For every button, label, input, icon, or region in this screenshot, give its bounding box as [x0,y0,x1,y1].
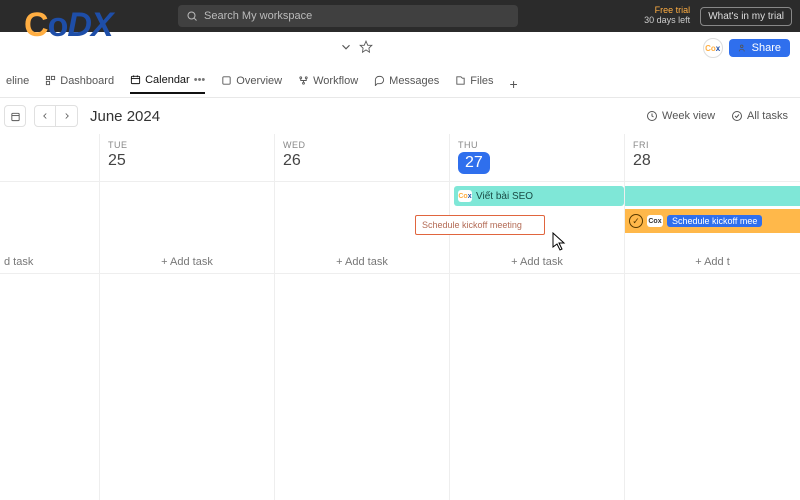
topbar-right: Free trial 30 days left What's in my tri… [644,6,792,26]
new-task-placeholder: Schedule kickoff meeting [422,220,522,230]
trial-info: Free trial 30 days left [644,6,690,26]
task-viet-bai-seo[interactable]: Cox Viết bài SEO [454,186,624,206]
next-button[interactable] [56,105,78,127]
all-tasks-button[interactable]: All tasks [731,110,788,122]
calendar-more-icon[interactable]: ••• [194,74,206,86]
subbar: Cox Share [0,32,800,64]
cursor-icon [552,232,568,252]
task-schedule-kickoff[interactable]: ✓ Cox Schedule kickoff mee [625,209,800,233]
chevron-left-icon [40,111,50,121]
day-header: TUE 25 [100,134,274,182]
task-title: Viết bài SEO [476,191,533,202]
tab-files[interactable]: Files [455,75,493,93]
tab-calendar[interactable]: Calendar ••• [130,74,205,94]
tab-messages[interactable]: Messages [374,75,439,93]
search-icon [186,10,198,22]
search-placeholder: Search My workspace [204,10,312,22]
day-header: FRI 28 [625,134,800,182]
task-avatar: Cox [647,215,663,227]
workspace-avatar[interactable]: Cox [703,38,723,58]
dashboard-icon [45,75,56,86]
check-circle-icon [731,110,743,122]
add-task-button[interactable]: Add task [336,256,388,268]
tab-overview[interactable]: Overview [221,75,282,93]
whats-in-trial-button[interactable]: What's in my trial [700,7,792,26]
calendar-controls: June 2024 Week view All tasks [0,98,800,134]
new-task-input[interactable]: Schedule kickoff meeting [415,215,545,235]
week-view-button[interactable]: Week view [646,110,715,122]
prev-button[interactable] [34,105,56,127]
day-column-fri: FRI 28 ✓ Cox Schedule kickoff mee Add t [625,134,800,500]
color-swatch-icon[interactable] [339,40,353,57]
day-column-thu: THU 27 Cox Viết bài SEO Add task [450,134,625,500]
tab-workflow[interactable]: Workflow [298,75,358,93]
brand-logo: CoDX [24,6,113,45]
tab-dashboard[interactable]: Dashboard [45,75,114,93]
files-icon [455,75,466,86]
chevron-right-icon [62,111,72,121]
calendar-grid: d task TUE 25 Add task WED 26 Add task T… [0,134,800,500]
task-avatar: Cox [458,190,472,202]
check-circle-icon: ✓ [629,214,643,228]
add-task-button[interactable]: d task [4,256,33,268]
day-column-tue: TUE 25 Add task [100,134,275,500]
add-task-row: d task [0,250,99,274]
day-header: THU 27 [450,134,624,182]
trial-line2: 30 days left [644,16,690,26]
topbar: Search My workspace Free trial 30 days l… [0,0,800,32]
add-task-button[interactable]: Add task [161,256,213,268]
messages-icon [374,75,385,86]
day-column-wed: WED 26 Add task [275,134,450,500]
home-day-button[interactable] [4,105,26,127]
calendar-icon [130,74,141,85]
tab-timeline[interactable]: eline [6,75,29,93]
search-input[interactable]: Search My workspace [178,5,518,27]
day-header [0,134,99,182]
overview-icon [221,75,232,86]
people-icon [738,43,748,53]
star-icon[interactable] [359,40,373,57]
tabs: eline Dashboard Calendar ••• Overview Wo… [0,70,800,98]
workflow-icon [298,75,309,86]
task-title: Schedule kickoff mee [667,215,762,227]
day-header: WED 26 [275,134,449,182]
add-task-button[interactable]: Add task [511,256,563,268]
task-viet-bai-seo-cont[interactable] [625,186,800,206]
share-button[interactable]: Share [729,39,790,57]
add-task-button[interactable]: Add t [695,256,730,268]
month-title: June 2024 [90,108,160,125]
add-tab-button[interactable]: + [510,76,518,92]
day-column-partial: d task [0,134,100,500]
clock-icon [646,110,658,122]
